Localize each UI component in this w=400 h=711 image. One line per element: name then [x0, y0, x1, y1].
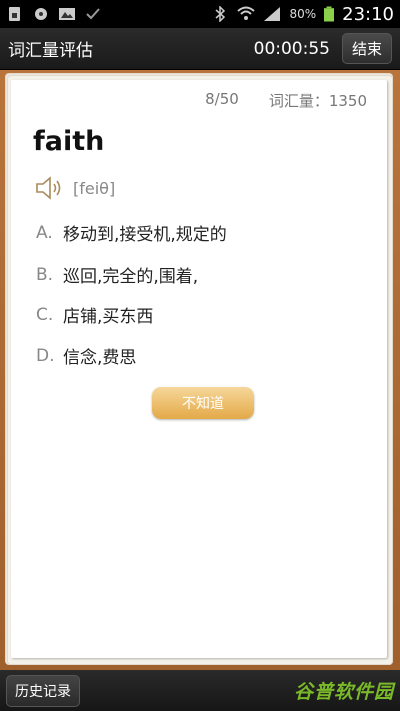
- option-letter: A.: [36, 222, 53, 243]
- end-button[interactable]: 结束: [341, 33, 392, 64]
- option-letter: C.: [36, 304, 54, 325]
- signal-icon: [264, 7, 281, 21]
- history-button[interactable]: 历史记录: [6, 674, 80, 707]
- status-bar-left: [6, 6, 102, 22]
- option-c[interactable]: C. 店铺,买东西: [36, 302, 154, 328]
- status-bar-right: 80% 23:10: [211, 4, 394, 25]
- bluetooth-icon: [215, 6, 226, 22]
- pronunciation-row[interactable]: [feiθ]: [35, 176, 115, 200]
- battery-percentage: 80%: [289, 7, 317, 21]
- elapsed-timer: 00:00:55: [253, 38, 330, 59]
- wooden-frame: 8/50 词汇量：1350 faith [feiθ] A. 移动到,接受机,规定…: [0, 70, 400, 670]
- image-icon: [59, 8, 75, 20]
- clock: 23:10: [342, 3, 394, 25]
- progress-row: 8/50 词汇量：1350: [205, 90, 367, 111]
- sim-icon: [9, 7, 20, 21]
- vocab-count: 词汇量：1350: [268, 92, 367, 110]
- question-word: faith: [33, 126, 105, 157]
- option-text: 信念,费思: [63, 348, 137, 368]
- option-text: 店铺,买东西: [63, 307, 154, 327]
- page-title: 词汇量评估: [8, 41, 93, 61]
- wifi-icon: [237, 6, 256, 20]
- check-icon: [86, 8, 100, 20]
- dont-know-button[interactable]: 不知道: [152, 387, 254, 419]
- option-letter: D.: [36, 345, 55, 366]
- option-text: 巡回,完全的,围着,: [63, 267, 199, 287]
- question-progress: 8/50: [205, 90, 239, 108]
- option-d[interactable]: D. 信念,费思: [36, 343, 137, 369]
- battery-icon: [324, 6, 335, 22]
- watermark-logo: 谷普软件园: [293, 681, 394, 703]
- phonetic-text: [feiθ]: [73, 178, 116, 198]
- media-icon: [35, 8, 47, 20]
- bottom-bar: 历史记录 谷普软件园: [0, 670, 400, 711]
- option-b[interactable]: B. 巡回,完全的,围着,: [36, 262, 199, 288]
- status-bar: 80% 23:10: [0, 0, 400, 28]
- option-text: 移动到,接受机,规定的: [63, 225, 227, 245]
- question-card: 8/50 词汇量：1350 faith [feiθ] A. 移动到,接受机,规定…: [11, 80, 387, 658]
- option-a[interactable]: A. 移动到,接受机,规定的: [36, 220, 227, 246]
- title-bar: 词汇量评估 00:00:55 结束: [0, 28, 400, 70]
- option-letter: B.: [36, 264, 54, 285]
- speaker-icon[interactable]: [35, 176, 65, 200]
